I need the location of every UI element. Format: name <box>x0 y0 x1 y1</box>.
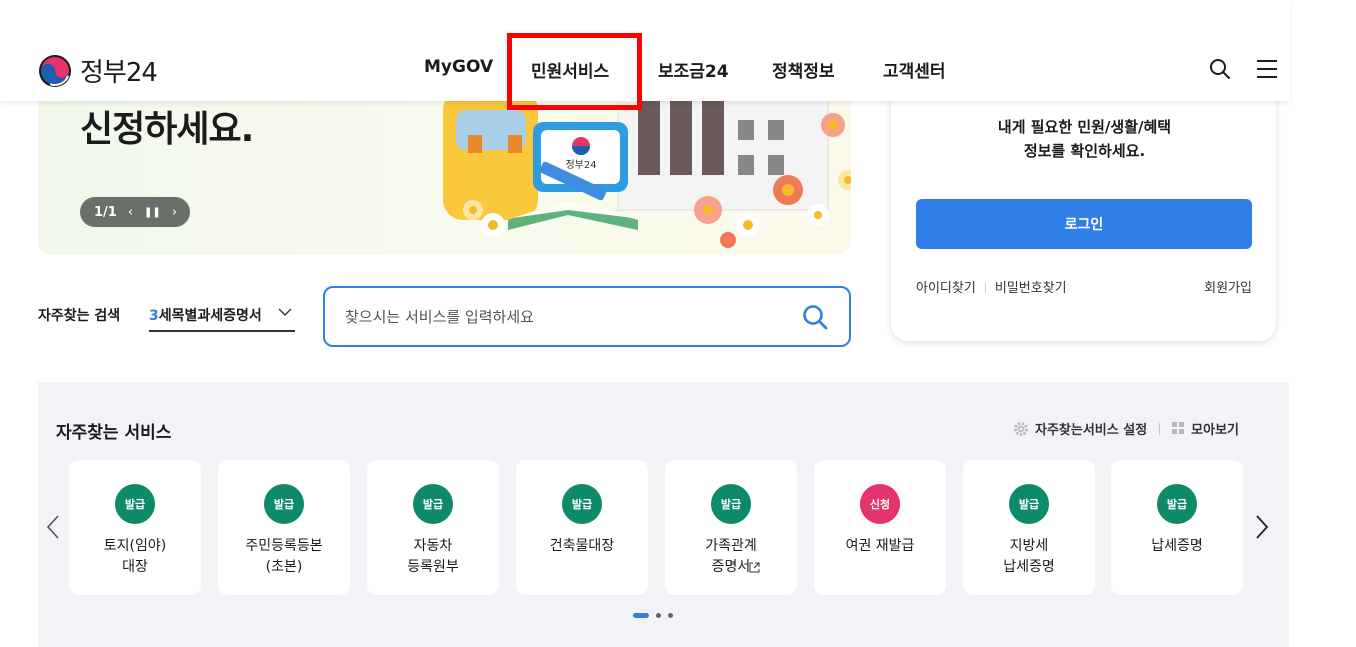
service-card-family-certificate[interactable]: 발급 가족관계 증명서 <box>665 460 797 595</box>
illustration-label: 정부24 <box>565 159 596 171</box>
carousel-next-icon[interactable] <box>1253 514 1271 540</box>
service-name: 주민등록등본 (초본) <box>245 538 323 575</box>
banner-pause-icon[interactable]: ❚❚ <box>144 207 161 218</box>
service-card-land-register[interactable]: 발급 토지(임야) 대장 <box>69 460 201 595</box>
nav-civil-service[interactable]: 민원서비스 <box>531 57 609 82</box>
service-name: 자동차 등록원부 <box>407 538 459 575</box>
service-name: 여권 재발급 <box>845 538 915 554</box>
service-card-local-tax-certificate[interactable]: 발급 지방세 납세증명 <box>963 460 1095 595</box>
view-all-label: 모아보기 <box>1191 423 1239 438</box>
find-password-link[interactable]: 비밀번호찾기 <box>995 281 1067 296</box>
service-card-passport-reissue[interactable]: 신청 여권 재발급 <box>814 460 946 595</box>
fav-search-label: 자주찾는 검색 <box>38 308 121 324</box>
nav-mygov[interactable]: MyGOV <box>424 57 493 77</box>
services-settings-label: 자주찾는서비스 설정 <box>1034 423 1148 438</box>
pagination-dot-active[interactable] <box>633 613 649 618</box>
signup-link[interactable]: 회원가입 <box>1204 277 1252 296</box>
issue-badge: 발급 <box>711 484 751 524</box>
login-card: 내게 필요한 민원/생활/혜택 정보를 확인하세요. 로그인 아이디찾기 비밀번호… <box>890 80 1277 342</box>
issue-badge: 발급 <box>264 484 304 524</box>
banner-title: 신정하세요. <box>80 109 254 150</box>
site-header: 정부24 MyGOV 민원서비스 보조금24 정책정보 고객센터 <box>0 0 1290 101</box>
find-id-link[interactable]: 아이디찾기 <box>916 281 976 296</box>
fav-search-value: 3세목별과세증명서 <box>149 305 262 325</box>
fav-search-rank: 3 <box>149 308 159 324</box>
menu-icon[interactable] <box>1255 57 1279 81</box>
login-message-line1: 내게 필요한 민원/생활/혜택 <box>997 118 1172 136</box>
service-card-building-register[interactable]: 발급 건축물대장 <box>516 460 648 595</box>
nav-policy-info[interactable]: 정책정보 <box>772 57 835 82</box>
chevron-down-icon <box>278 308 292 316</box>
carousel-pagination <box>633 613 673 618</box>
view-all-button[interactable]: 모아보기 <box>1172 419 1239 438</box>
issue-badge: 발급 <box>562 484 602 524</box>
search-submit-icon[interactable] <box>801 303 829 331</box>
divider <box>1159 422 1161 435</box>
pagination-dot[interactable] <box>668 613 673 618</box>
service-name: 토지(임야) 대장 <box>103 538 167 575</box>
service-name: 납세증명 <box>1151 538 1203 554</box>
fav-search-select[interactable]: 3세목별과세증명서 <box>149 298 295 332</box>
service-card-tax-certificate[interactable]: 발급 납세증명 <box>1111 460 1243 595</box>
apply-badge: 신청 <box>860 484 900 524</box>
login-message: 내게 필요한 민원/생활/혜택 정보를 확인하세요. <box>891 115 1278 163</box>
banner-page-indicator: 1/1 <box>94 204 117 220</box>
section-title: 자주찾는 서비스 <box>56 423 172 443</box>
search-box <box>323 286 851 347</box>
logo-text: 정부24 <box>80 58 158 88</box>
grid-icon <box>1172 422 1185 434</box>
service-name: 가족관계 증명서 <box>705 538 757 575</box>
gear-icon <box>1013 421 1028 436</box>
login-message-line2: 정보를 확인하세요. <box>1023 142 1146 160</box>
issue-badge: 발급 <box>413 484 453 524</box>
pagination-dot[interactable] <box>656 613 661 618</box>
service-card-vehicle-registration[interactable]: 발급 자동차 등록원부 <box>367 460 499 595</box>
banner-next-icon[interactable]: › <box>172 205 177 220</box>
login-links: 아이디찾기 비밀번호찾기 회원가입 <box>916 277 1252 296</box>
search-input[interactable] <box>345 304 785 330</box>
service-card-resident-registration[interactable]: 발급 주민등록등본 (초본) <box>218 460 350 595</box>
issue-badge: 발급 <box>115 484 155 524</box>
external-link-icon <box>749 562 760 573</box>
services-settings-button[interactable]: 자주찾는서비스 설정 <box>1013 419 1147 438</box>
divider <box>984 282 986 293</box>
carousel-prev-icon[interactable] <box>44 514 62 540</box>
nav-customer-center[interactable]: 고객센터 <box>883 57 946 82</box>
issue-badge: 발급 <box>1157 484 1197 524</box>
login-button[interactable]: 로그인 <box>916 199 1252 249</box>
service-name: 건축물대장 <box>549 538 615 554</box>
page: 신정하세요. 1/1 ‹ ❚❚ › 정부24 정부24 MyGOV 민원서비스 … <box>0 0 1356 647</box>
frequent-services-section: 자주찾는 서비스 자주찾는서비스 설정 모아보기 발급 토지(임야) 대장 발급… <box>38 382 1289 647</box>
fav-search-term: 세목별과세증명서 <box>158 308 262 324</box>
logo[interactable]: 정부24 <box>38 52 158 89</box>
nav-subsidy24[interactable]: 보조금24 <box>658 57 729 82</box>
section-tools: 자주찾는서비스 설정 모아보기 <box>1013 419 1239 438</box>
taegeuk-logo-icon <box>39 54 71 87</box>
banner-prev-icon[interactable]: ‹ <box>128 205 133 220</box>
service-name: 지방세 납세증명 <box>1003 538 1055 575</box>
banner-pager: 1/1 ‹ ❚❚ › <box>80 197 190 227</box>
search-icon[interactable] <box>1208 57 1232 81</box>
issue-badge: 발급 <box>1009 484 1049 524</box>
